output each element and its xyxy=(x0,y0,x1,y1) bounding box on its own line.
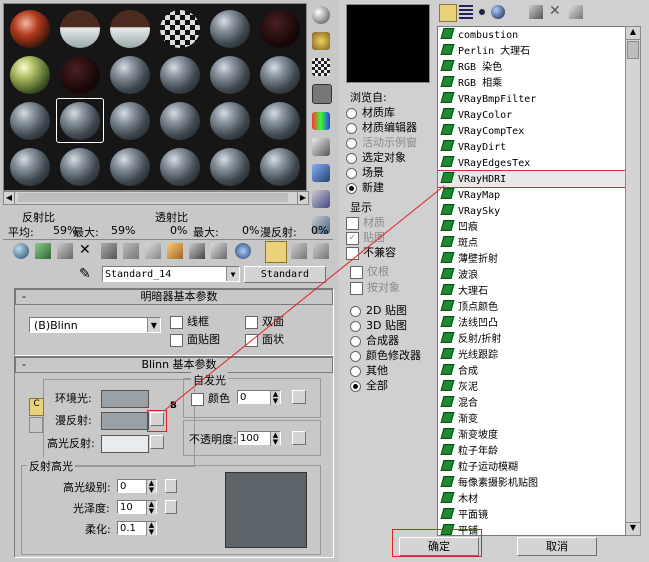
annotation-connector xyxy=(164,185,445,411)
connector-line xyxy=(164,185,445,411)
